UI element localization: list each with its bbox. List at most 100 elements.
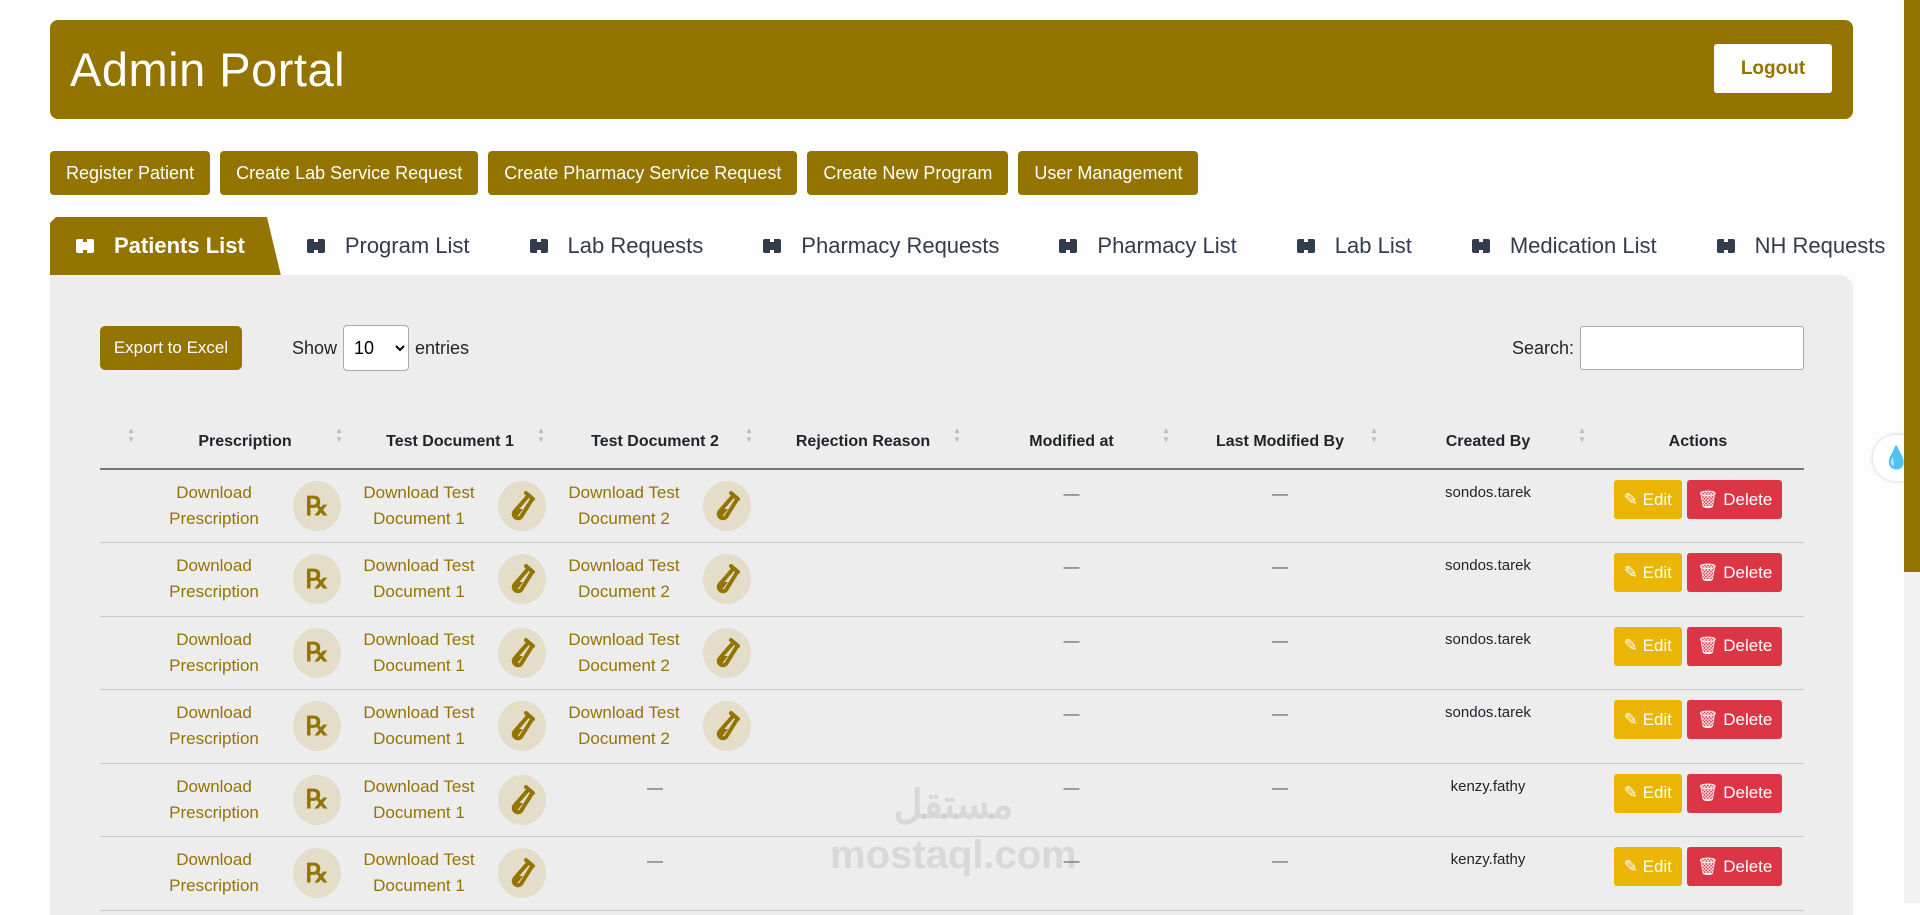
cell [100,836,141,911]
ticket-icon [306,239,325,253]
column-header[interactable]: ▲ ▼ [100,416,141,470]
test-tube-icon[interactable] [498,701,546,751]
download-test-document-1-link[interactable]: Download Test Document 1 [354,627,484,679]
scrollbar[interactable] [1904,0,1920,903]
delete-button[interactable]: 🗑 Delete [1686,553,1783,592]
tab-bar: Patients List Program List Lab Requests Pha… [50,217,1919,275]
sort-icon: ▲ ▼ [1578,426,1586,444]
cell [759,616,967,690]
download-prescription-link[interactable]: Download Prescription [149,774,279,826]
download-prescription-link[interactable]: Download Prescription [149,627,279,679]
cell: Download Test Document 1 [349,763,551,837]
tab-nh-requests[interactable]: NH Requests [1691,217,1920,275]
user-management-button[interactable]: User Management [1018,151,1199,195]
test-tube-icon[interactable] [703,627,751,678]
download-test-document-2-link[interactable]: Download Test Document 2 [559,700,689,752]
test-tube-icon[interactable] [703,554,751,604]
create-pharmacy-service-request-button[interactable]: Create Pharmacy Service Request [488,151,798,195]
download-test-document-2-link[interactable]: Download Test Document 2 [559,480,689,532]
tab-pharmacy-list[interactable]: Pharmacy List [1033,217,1270,275]
test-tube-icon[interactable] [703,481,751,531]
logout-button[interactable]: Logout [1714,44,1832,93]
created-by: sondos.tarek [1445,557,1531,574]
column-header[interactable]: Rejection Reason ▲ ▼ [759,416,967,470]
download-prescription-link[interactable]: Download Prescription [149,480,279,532]
edit-button[interactable]: ✎ Edit [1613,553,1682,592]
cell: ✎ Edit 🗑 Delete [1592,836,1804,911]
download-test-document-1-link[interactable]: Download Test Document 1 [354,847,484,899]
tab-medication-list[interactable]: Medication List [1446,217,1691,275]
edit-button[interactable]: ✎ Edit [1613,700,1682,739]
scrollbar-thumb[interactable] [1904,0,1920,572]
test-tube-icon[interactable] [498,554,546,604]
prescription-rx-icon[interactable]: ℞ [293,554,341,604]
edit-icon: ✎ [1623,562,1643,582]
edit-button[interactable]: ✎ Edit [1613,626,1682,666]
download-test-document-2-link[interactable]: Download Test Document 2 [559,553,689,605]
tab-program-list[interactable]: Program List [281,217,504,275]
prescription-rx-icon[interactable]: ℞ [293,627,341,678]
prescription-rx-icon[interactable]: ℞ [293,701,341,751]
column-header[interactable]: Prescription ▲ ▼ [141,416,349,470]
column-header[interactable]: Last Modified By ▲ ▼ [1176,416,1384,470]
prescription-rx-icon[interactable]: ℞ [293,774,341,825]
ticket-icon [76,239,94,253]
column-label: Last Modified By [1215,433,1344,450]
column-header[interactable]: Modified at ▲ ▼ [967,416,1176,470]
empty-value: — [1063,779,1080,797]
test-tube-icon[interactable] [498,627,546,678]
delete-button[interactable]: 🗑 Delete [1686,847,1783,886]
tab-pharmacy-requests[interactable]: Pharmacy Requests [737,217,1033,275]
create-lab-service-request-button[interactable]: Create Lab Service Request [220,151,479,195]
delete-button[interactable]: 🗑 Delete [1686,480,1783,519]
download-test-document-2-link[interactable]: Download Test Document 2 [559,627,689,679]
tab-label: Lab Requests [567,233,704,258]
edit-button[interactable]: ✎ Edit [1613,480,1682,519]
edit-button[interactable]: ✎ Edit [1613,847,1682,886]
prescription-rx-icon[interactable]: ℞ [293,481,341,531]
edit-icon: ✎ [1623,783,1643,802]
delete-button[interactable]: 🗑 Delete [1686,773,1783,813]
column-header[interactable]: Test Document 2 ▲ ▼ [551,416,759,470]
tab-label: Patients List [114,233,245,258]
cell [759,836,967,911]
delete-button[interactable]: 🗑 Delete [1686,700,1783,739]
tab-lab-requests[interactable]: Lab Requests [504,217,738,275]
search-input[interactable] [1580,326,1804,370]
tab-label: Pharmacy Requests [801,233,1000,258]
test-tube-icon[interactable] [498,848,546,898]
download-test-document-1-link[interactable]: Download Test Document 1 [354,553,484,605]
column-label: Actions [1668,433,1728,450]
cell: Download Test Document 1 [349,836,551,911]
ticket-icon [1716,239,1735,253]
empty-value: — [1272,779,1288,797]
prescription-rx-icon[interactable]: ℞ [293,848,341,898]
download-test-document-1-link[interactable]: Download Test Document 1 [354,700,484,752]
test-tube-icon[interactable] [498,481,546,531]
download-prescription-link[interactable]: Download Prescription [149,553,279,605]
tab-lab-list[interactable]: Lab List [1271,217,1446,275]
register-patient-button[interactable]: Register Patient [50,151,211,195]
download-prescription-link[interactable]: Download Prescription [149,847,279,899]
tab-patients-list[interactable]: Patients List [50,217,281,275]
column-header[interactable]: Created By ▲ ▼ [1384,416,1592,470]
cell: Download Test Document 1 [349,469,551,543]
edit-button[interactable]: ✎ Edit [1613,773,1682,813]
download-test-document-1-link[interactable]: Download Test Document 1 [354,480,484,532]
create-new-program-button[interactable]: Create New Program [807,151,1009,195]
export-excel-button[interactable]: Export to Excel [100,326,242,370]
edit-label: Edit [1642,783,1672,802]
empty-value: — [1063,486,1080,503]
download-test-document-1-link[interactable]: Download Test Document 1 [354,774,484,826]
test-tube-icon[interactable] [498,774,546,825]
download-prescription-link[interactable]: Download Prescription [149,700,279,752]
app-header: Admin Portal Logout [50,20,1853,119]
cell [100,616,141,690]
test-tube-icon[interactable] [703,701,751,751]
delete-button[interactable]: 🗑 Delete [1686,626,1783,666]
empty-value: — [647,853,663,870]
column-header[interactable]: Test Document 1 ▲ ▼ [349,416,551,470]
empty-value: — [1063,559,1080,576]
cell: Download Prescription ℞ [141,763,349,837]
entries-select[interactable]: 10 [343,325,410,371]
